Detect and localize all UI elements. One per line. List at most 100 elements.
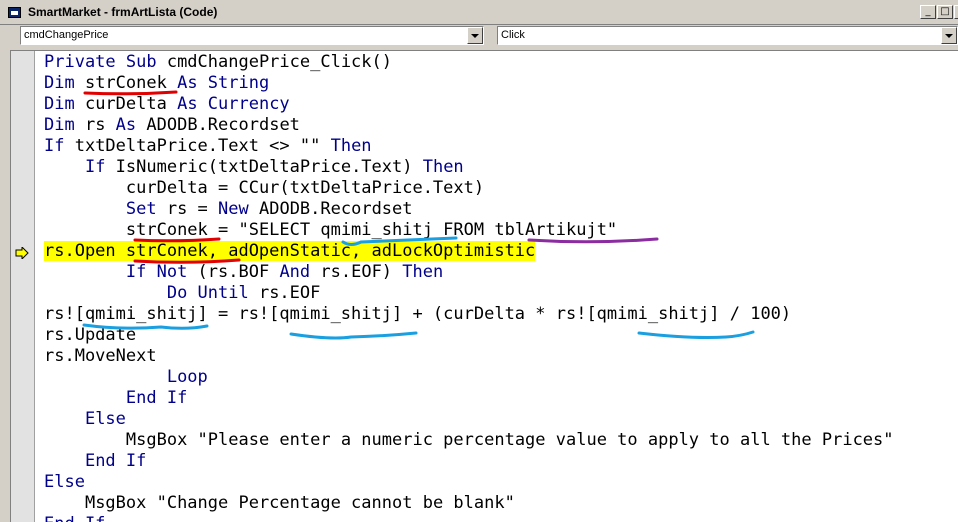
code-line[interactable]: If Not (rs.BOF And rs.EOF) Then [44, 262, 894, 283]
code-line[interactable]: rs.Open strConek, adOpenStatic, adLockOp… [44, 241, 894, 262]
dropdown-arrow-icon[interactable] [467, 27, 483, 44]
app-icon[interactable] [8, 7, 21, 18]
code-keyword: Then [402, 262, 444, 282]
code-keyword: As String [177, 73, 270, 93]
code-keyword: End If [84, 451, 147, 471]
code-token: rs.EOF [258, 283, 321, 303]
close-icon[interactable] [954, 5, 958, 19]
code-line[interactable]: End If [44, 514, 894, 522]
code-token: (rs.BOF [197, 262, 280, 282]
code-token: rs.EOF) [320, 262, 403, 282]
code-line[interactable]: Dim curDelta As Currency [44, 94, 894, 115]
margin-indicator-bar[interactable] [11, 51, 35, 522]
code-keyword: Else [84, 409, 126, 429]
code-keyword: If [44, 136, 75, 156]
code-statement: Else [85, 409, 126, 429]
code-keyword: As [115, 115, 147, 135]
procedure-combo[interactable]: Click [497, 26, 958, 45]
code-keyword: New [218, 199, 259, 219]
code-keyword: If [84, 157, 116, 177]
code-token: rs.Update [44, 325, 137, 345]
code-statement: Dim strConek As String [44, 73, 269, 93]
code-token: rs![qmimi_shitj] = rs![qmimi_shitj] + (c… [44, 304, 792, 324]
code-line[interactable]: Dim strConek As String [44, 73, 894, 94]
code-keyword: Loop [166, 367, 208, 387]
object-combo-value: cmdChangePrice [24, 29, 109, 41]
code-statement: Dim curDelta As Currency [44, 94, 290, 114]
code-token: rs [84, 115, 116, 135]
code-line[interactable]: End If [44, 388, 894, 409]
code-statement: Do Until rs.EOF [167, 283, 321, 303]
code-keyword: Dim [44, 94, 85, 114]
code-editor[interactable]: Private Sub cmdChangePrice_Click() Dim st… [10, 50, 958, 522]
code-line[interactable]: Dim rs As ADODB.Recordset [44, 115, 894, 136]
code-statement: End If [44, 514, 105, 522]
code-statement: If IsNumeric(txtDeltaPrice.Text) Then [85, 157, 464, 177]
code-statement: strConek = "SELECT qmimi_shitj FROM tblA… [126, 220, 617, 240]
code-line[interactable]: Else [44, 409, 894, 430]
code-statement: rs![qmimi_shitj] = rs![qmimi_shitj] + (c… [44, 304, 791, 324]
code-line[interactable]: curDelta = CCur(txtDeltaPrice.Text) [44, 178, 894, 199]
code-statement: If txtDeltaPrice.Text <> "" Then [44, 136, 372, 156]
code-token: cmdChangePrice_Click() [166, 52, 392, 72]
maximize-icon[interactable]: □ [937, 5, 953, 19]
dropdown-arrow-icon[interactable] [941, 27, 957, 44]
code-keyword: Dim [44, 115, 85, 135]
code-statement: Loop [167, 367, 208, 387]
code-token: MsgBox "Please enter a numeric percentag… [125, 430, 894, 450]
code-keyword: Then [422, 157, 464, 177]
code-line[interactable]: Else [44, 472, 894, 493]
code-line[interactable]: Loop [44, 367, 894, 388]
code-keyword: Do Until [166, 283, 259, 303]
code-keyword: Set [125, 199, 167, 219]
code-statement: rs.MoveNext [44, 346, 157, 366]
code-statement: Set rs = New ADODB.Recordset [126, 199, 413, 219]
code-token: rs.MoveNext [44, 346, 157, 366]
code-token: curDelta [84, 94, 178, 114]
minimize-icon[interactable]: _ [920, 5, 936, 19]
code-token: strConek = "SELECT qmimi_shitj FROM tblA… [125, 220, 618, 240]
code-keyword: Dim [44, 73, 85, 93]
code-statement: MsgBox "Change Percentage cannot be blan… [85, 493, 515, 513]
code-token: MsgBox "Change Percentage cannot be blan… [84, 493, 515, 513]
code-line[interactable]: MsgBox "Change Percentage cannot be blan… [44, 493, 894, 514]
code-line[interactable]: Set rs = New ADODB.Recordset [44, 199, 894, 220]
code-token: rs.Open strConek, adOpenStatic, adLockOp… [44, 241, 536, 261]
code-line[interactable]: rs.MoveNext [44, 346, 894, 367]
code-line[interactable]: If txtDeltaPrice.Text <> "" Then [44, 136, 894, 157]
code-keyword: And [279, 262, 321, 282]
code-line[interactable]: MsgBox "Please enter a numeric percentag… [44, 430, 894, 451]
title-bar: SmartMarket - frmArtLista (Code) _ □ [0, 0, 958, 25]
code-statement: rs.Update [44, 325, 136, 345]
code-statement: End If [85, 451, 146, 471]
code-text[interactable]: Private Sub cmdChangePrice_Click() Dim st… [44, 52, 894, 522]
code-line[interactable]: Do Until rs.EOF [44, 283, 894, 304]
code-line[interactable]: If IsNumeric(txtDeltaPrice.Text) Then [44, 157, 894, 178]
code-token: ADODB.Recordset [146, 115, 300, 135]
object-combo[interactable]: cmdChangePrice [20, 26, 484, 45]
current-statement: rs.Open strConek, adOpenStatic, adLockOp… [44, 241, 536, 261]
code-keyword: Private Sub [44, 52, 167, 72]
code-statement: End If [126, 388, 187, 408]
code-line[interactable]: rs![qmimi_shitj] = rs![qmimi_shitj] + (c… [44, 304, 894, 325]
code-token: IsNumeric(txtDeltaPrice.Text) [115, 157, 423, 177]
code-statement: curDelta = CCur(txtDeltaPrice.Text) [126, 178, 484, 198]
code-keyword: End If [125, 388, 188, 408]
code-line[interactable]: End If [44, 451, 894, 472]
code-statement: Else [44, 472, 85, 492]
code-statement: MsgBox "Please enter a numeric percentag… [126, 430, 894, 450]
execution-point-arrow-icon [15, 247, 29, 259]
code-line[interactable]: rs.Update [44, 325, 894, 346]
procedure-combo-value: Click [501, 29, 525, 41]
code-statement: Private Sub cmdChangePrice_Click() [44, 52, 392, 72]
code-line[interactable]: Private Sub cmdChangePrice_Click() [44, 52, 894, 73]
code-line[interactable]: strConek = "SELECT qmimi_shitj FROM tblA… [44, 220, 894, 241]
code-keyword: Else [44, 472, 85, 492]
code-token: rs = [166, 199, 219, 219]
code-keyword: End If [44, 514, 105, 522]
window-title: SmartMarket - frmArtLista (Code) [28, 5, 218, 19]
code-keyword: As Currency [177, 94, 290, 114]
code-keyword: Then [330, 136, 372, 156]
code-statement: Dim rs As ADODB.Recordset [44, 115, 300, 135]
code-token: ADODB.Recordset [258, 199, 413, 219]
